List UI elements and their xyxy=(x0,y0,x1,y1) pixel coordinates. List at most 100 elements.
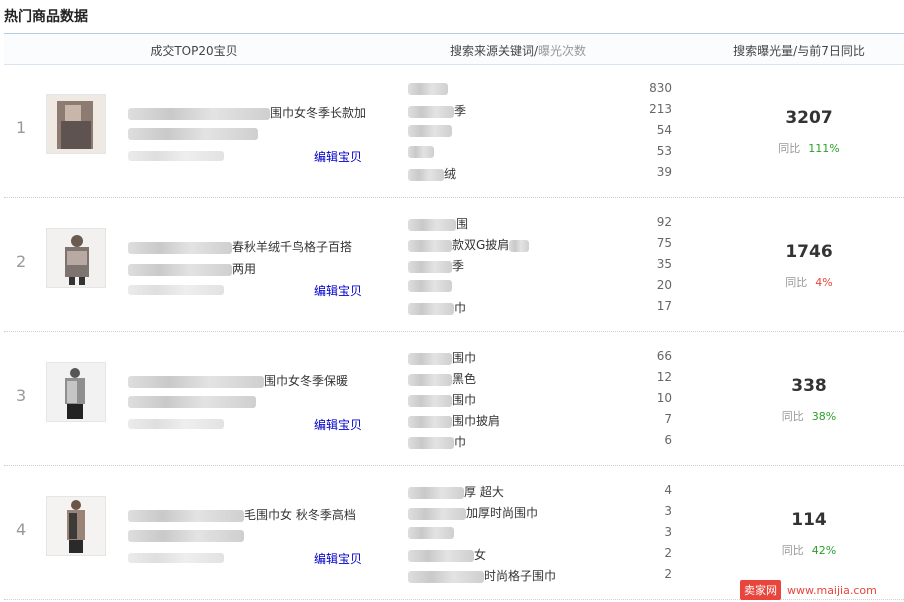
keyword-row: 厚 超大 4 xyxy=(408,483,672,499)
table-header: 成交TOP20宝贝 搜索来源关键词/曝光次数 搜索曝光量/与前7日同比 xyxy=(4,33,904,65)
keyword-row: 53 xyxy=(408,144,672,160)
yoy-value: 4% xyxy=(815,276,833,289)
product-thumbnail[interactable] xyxy=(46,94,106,154)
exposure-stat: 338 同比 38% xyxy=(744,376,874,424)
blurred-text xyxy=(408,82,448,95)
product-thumbnail[interactable] xyxy=(46,362,106,422)
keyword-row: 围巾披肩 7 xyxy=(408,412,672,428)
keyword-text: 款双G披肩 xyxy=(452,238,510,252)
keyword-count: 7 xyxy=(664,412,672,426)
product-thumbnail[interactable] xyxy=(46,228,106,288)
keyword-text: 女 xyxy=(474,548,487,562)
edit-item-link[interactable]: 编辑宝贝 xyxy=(314,282,362,299)
exposure-value: 338 xyxy=(791,376,827,396)
yoy-value: 42% xyxy=(811,544,837,557)
keyword-count: 17 xyxy=(656,299,672,313)
blurred-text xyxy=(128,418,224,429)
keyword-text: 围巾 xyxy=(452,351,477,365)
yoy-label: 同比 xyxy=(781,544,804,557)
blurred-text xyxy=(408,105,454,118)
keyword-row: 黑色 12 xyxy=(408,370,672,386)
product-title-line2 xyxy=(128,394,368,408)
blurred-text xyxy=(408,415,452,428)
keyword-count: 66 xyxy=(656,349,672,363)
keyword-row: 20 xyxy=(408,278,672,294)
header-keywords-sub: 曝光次数 xyxy=(538,44,587,58)
keyword-row: 围巾 66 xyxy=(408,349,672,365)
product-title-line2: 两用 xyxy=(128,260,368,277)
keyword-count: 830 xyxy=(649,81,672,95)
keyword-count: 39 xyxy=(656,165,672,179)
blurred-text xyxy=(408,279,452,292)
product-title-text: 毛围巾女 秋冬季高档 xyxy=(244,508,356,522)
blurred-text xyxy=(128,529,244,542)
exposure-stat: 114 同比 42% xyxy=(744,510,874,558)
blurred-text xyxy=(408,352,452,365)
blurred-text xyxy=(408,124,452,137)
yoy: 同比 38% xyxy=(744,408,874,424)
blurred-text xyxy=(128,509,244,522)
keyword-text: 时尚格子围巾 xyxy=(484,569,557,583)
blurred-text xyxy=(408,373,452,386)
blurred-text xyxy=(408,302,454,315)
keyword-row: 巾6 xyxy=(408,433,672,449)
keyword-text: 巾 xyxy=(454,435,467,449)
keyword-count: 35 xyxy=(656,257,672,271)
rank-number: 2 xyxy=(16,252,27,271)
yoy-label: 同比 xyxy=(781,410,804,423)
keyword-row: 围巾 10 xyxy=(408,391,672,407)
yoy-label: 同比 xyxy=(785,276,808,289)
product-title-line2 xyxy=(128,528,368,542)
keyword-row: 女2 xyxy=(408,546,672,562)
exposure-value: 3207 xyxy=(785,108,833,128)
rank-number: 3 xyxy=(16,386,27,405)
product-title-line1: 围巾女冬季保暖 xyxy=(128,372,368,389)
keyword-text: 围巾披肩 xyxy=(452,414,501,428)
yoy-value: 111% xyxy=(808,142,840,155)
edit-item-link[interactable]: 编辑宝贝 xyxy=(314,550,362,567)
blurred-text xyxy=(408,486,464,499)
keyword-text: 厚 超大 xyxy=(464,485,504,499)
keyword-count: 2 xyxy=(664,546,672,560)
yoy: 同比 4% xyxy=(744,274,874,290)
product-title-line1: 围巾女冬季长款加 xyxy=(128,104,368,121)
blurred-text xyxy=(128,150,224,161)
exposure-value: 1746 xyxy=(785,242,833,262)
blurred-text xyxy=(128,552,224,563)
blurred-text xyxy=(408,168,444,181)
product-thumbnail[interactable] xyxy=(46,496,106,556)
edit-item-link[interactable]: 编辑宝贝 xyxy=(314,416,362,433)
exposure-stat: 3207 同比 111% xyxy=(744,108,874,156)
keyword-text: 围 xyxy=(456,217,469,231)
keyword-row: 绒 39 xyxy=(408,165,672,181)
header-stats: 搜索曝光量/与前7日同比 xyxy=(733,44,865,58)
watermark-url: www.maijia.com xyxy=(787,583,877,597)
blurred-text xyxy=(128,395,256,408)
keyword-count: 53 xyxy=(656,144,672,158)
yoy: 同比 111% xyxy=(744,140,874,156)
blurred-text xyxy=(408,239,452,252)
keyword-count: 54 xyxy=(656,123,672,137)
keyword-count: 6 xyxy=(664,433,672,447)
keyword-count: 10 xyxy=(656,391,672,405)
table-row: 2 春秋羊绒千鸟格子百搭 两用 编辑宝贝 围 92 款双G披肩 75 季 35 20 … xyxy=(4,198,904,332)
keyword-text: 季 xyxy=(454,104,467,118)
blurred-text xyxy=(128,241,232,254)
product-title-text: 围巾女冬季保暖 xyxy=(264,374,349,388)
table-row: 3 围巾女冬季保暖 编辑宝贝 围巾 66 黑色 12 围巾 10 围巾披肩 7 巾6 3… xyxy=(4,332,904,466)
product-title-line1: 毛围巾女 秋冬季高档 xyxy=(128,506,368,523)
blurred-text xyxy=(408,570,484,583)
blurred-text xyxy=(408,507,466,520)
exposure-stat: 1746 同比 4% xyxy=(744,242,874,290)
edit-item-link[interactable]: 编辑宝贝 xyxy=(314,148,362,165)
exposure-value: 114 xyxy=(791,510,827,530)
keyword-text: 季 xyxy=(452,259,465,273)
yoy-value: 38% xyxy=(811,410,837,423)
rank-number: 1 xyxy=(16,118,27,137)
yoy-label: 同比 xyxy=(778,142,801,155)
blurred-text xyxy=(128,375,264,388)
keyword-row: 3 xyxy=(408,525,672,541)
blurred-text xyxy=(128,107,270,120)
keyword-text: 黑色 xyxy=(452,372,477,386)
keyword-count: 3 xyxy=(664,525,672,539)
